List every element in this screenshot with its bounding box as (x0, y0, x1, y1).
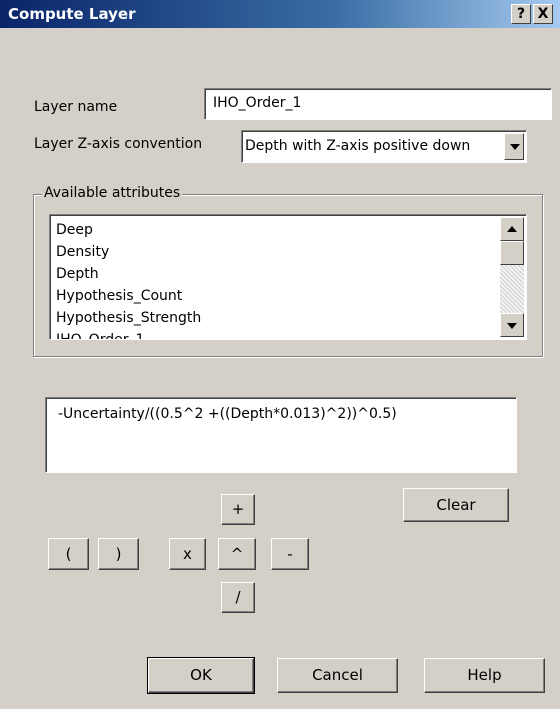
list-item[interactable]: Hypothesis_Strength (56, 307, 201, 329)
arrow-down-icon (507, 323, 517, 329)
arrow-up-icon (507, 226, 517, 232)
layer-name-label: Layer name (34, 99, 118, 115)
ok-button[interactable]: OK (147, 657, 255, 694)
list-item[interactable]: Density (56, 241, 201, 263)
scroll-down-button[interactable] (500, 313, 524, 337)
z-axis-label: Layer Z-axis convention (34, 136, 203, 152)
z-axis-value: Depth with Z-axis positive down (245, 138, 471, 154)
expression-text: -Uncertainty/((0.5^2 +((Depth*0.013)^2))… (58, 406, 397, 422)
expression-textarea[interactable]: -Uncertainty/((0.5^2 +((Depth*0.013)^2))… (45, 397, 517, 473)
attributes-list: Deep Density Depth Hypothesis_Count Hypo… (56, 219, 201, 339)
window-title: Compute Layer (8, 5, 136, 23)
divide-button[interactable]: / (221, 582, 255, 613)
help-title-button[interactable]: ? (511, 4, 531, 24)
chevron-down-icon (510, 144, 520, 150)
close-paren-button[interactable]: ) (98, 538, 139, 570)
help-button[interactable]: Help (424, 658, 545, 693)
scroll-up-button[interactable] (500, 217, 524, 241)
z-axis-dropdown[interactable]: Depth with Z-axis positive down (241, 130, 527, 163)
list-item[interactable]: Hypothesis_Count (56, 285, 201, 307)
available-attributes-group: Available attributes Deep Density Depth … (33, 185, 543, 357)
open-paren-button[interactable]: ( (48, 538, 89, 570)
plus-button[interactable]: + (221, 494, 255, 525)
layer-name-input[interactable]: IHO_Order_1 (204, 88, 552, 120)
power-button[interactable]: ^ (218, 538, 256, 570)
layer-name-value: IHO_Order_1 (213, 95, 302, 111)
clear-button[interactable]: Clear (403, 488, 509, 522)
attributes-listbox[interactable]: Deep Density Depth Hypothesis_Count Hypo… (49, 214, 527, 340)
title-bar: Compute Layer ? X (0, 0, 560, 28)
attributes-scrollbar[interactable] (500, 217, 524, 337)
list-item[interactable]: Deep (56, 219, 201, 241)
scroll-thumb[interactable] (500, 241, 524, 265)
minus-button[interactable]: - (271, 538, 309, 570)
close-title-button[interactable]: X (533, 4, 553, 24)
cancel-button[interactable]: Cancel (277, 658, 398, 693)
list-item[interactable]: IHO_Order_1 (56, 329, 201, 339)
list-item[interactable]: Depth (56, 263, 201, 285)
multiply-button[interactable]: x (169, 538, 206, 570)
dropdown-arrow-button[interactable] (504, 133, 524, 160)
available-attributes-label: Available attributes (42, 185, 183, 201)
